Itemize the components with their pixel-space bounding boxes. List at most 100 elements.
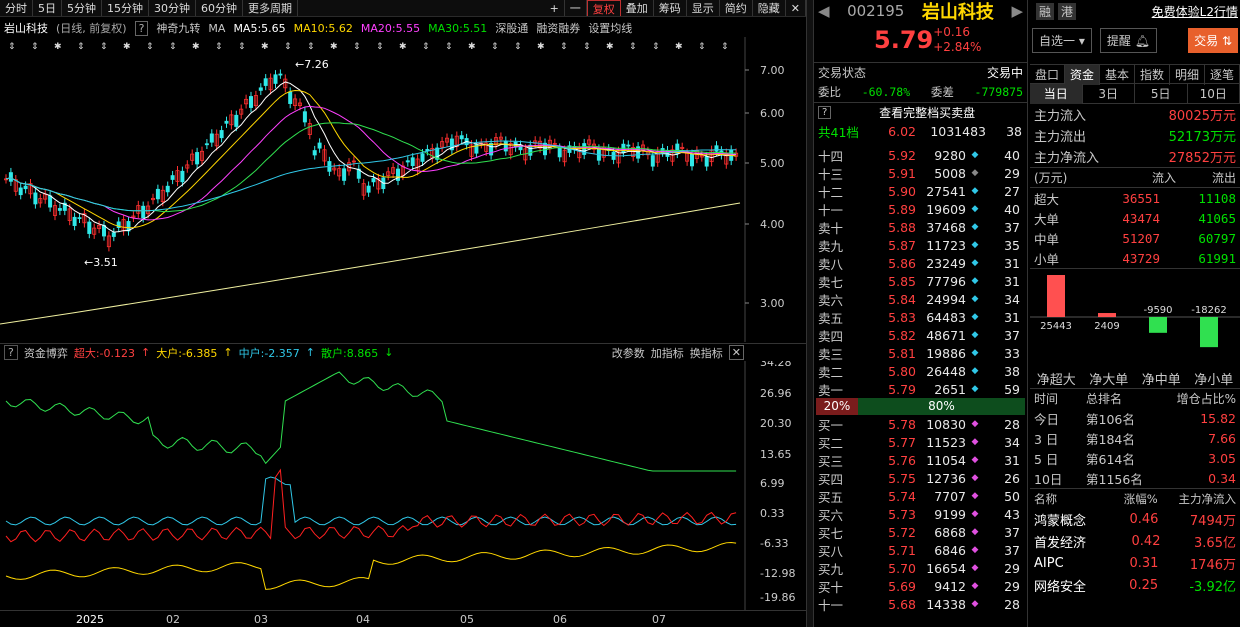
bids-row[interactable]: 买一 5.78 10830 ◆ 28 (814, 415, 1027, 433)
asks-row[interactable]: 卖二 5.80 26448 ◆ 38 (814, 362, 1027, 380)
ma-label[interactable]: MA (208, 22, 225, 35)
event-marker-icon[interactable]: ⇕ (491, 42, 499, 52)
chart-area[interactable]: 分时 5日 5分钟 15分钟 30分钟 60分钟 更多周期 + 一 复权 叠加 … (0, 0, 806, 627)
event-marker-icon[interactable]: ✱ (330, 42, 338, 52)
bids-row[interactable]: 买九 5.70 16654 ◆ 29 (814, 559, 1027, 577)
full-book-link[interactable]: 查看完整档买卖盘 (831, 104, 1023, 121)
kline-chart[interactable]: 7.00 6.00 5.00 4.00 3.00 ⇕ ⇕ ✱ ⇕ ⇕ ✱ ⇕ ⇕ ✱ ⇕ ⇕ ✱ ⇕ ⇕ ✱ ⇕ ⇕ ✱ ⇕ ⇕… (0, 37, 806, 342)
event-marker-icon[interactable]: ⇕ (560, 42, 568, 52)
event-marker-icon[interactable]: ⇕ (215, 42, 223, 52)
tab-1[interactable]: 资金 (1065, 65, 1100, 85)
sector-row[interactable]: 网络安全 0.25 -3.92亿 (1034, 574, 1236, 596)
watchlist-button[interactable]: 自选一 ▾ (1032, 27, 1092, 53)
sector-row[interactable]: 首发经济 0.42 3.65亿 (1034, 530, 1236, 552)
event-marker-icon[interactable]: ⇕ (307, 42, 315, 52)
event-marker-icon[interactable]: ⇕ (238, 42, 246, 52)
asks-row[interactable]: 卖五 5.83 64483 ◆ 31 (814, 308, 1027, 326)
event-marker-icon[interactable]: ⇕ (8, 42, 16, 52)
l2-link[interactable]: 免费体验L2行情 (1152, 3, 1238, 20)
display-button[interactable]: 显示 (687, 0, 720, 16)
event-marker-icon[interactable]: ⇕ (721, 42, 729, 52)
asks-row[interactable]: 卖六 5.84 24994 ◆ 34 (814, 290, 1027, 308)
hk-tag[interactable]: 港 (1058, 2, 1077, 20)
bids-row[interactable]: 买十 5.69 9412 ◆ 29 (814, 577, 1027, 595)
event-marker-icon[interactable]: ⇕ (31, 42, 39, 52)
event-marker-icon[interactable]: ✱ (675, 42, 683, 52)
tab-2[interactable]: 基本 (1100, 65, 1135, 85)
event-marker-icon[interactable]: ✱ (606, 42, 614, 52)
period-tab-0[interactable]: 当日 (1030, 84, 1083, 104)
event-marker-icon[interactable]: ⇕ (422, 42, 430, 52)
period-5day[interactable]: 5日 (33, 0, 62, 16)
event-marker-icon[interactable]: ⇕ (169, 42, 177, 52)
period-tab-3[interactable]: 10日 (1188, 84, 1240, 104)
event-marker-icon[interactable]: ✱ (399, 42, 407, 52)
tab-ma-settings[interactable]: 设置均线 (588, 20, 632, 36)
sector-name[interactable]: 鸿蒙概念 (1034, 510, 1114, 529)
period-tab-2[interactable]: 5日 (1135, 84, 1188, 104)
change-params-button[interactable]: 改参数 (612, 345, 645, 361)
adjust-button[interactable]: 复权 (586, 0, 621, 16)
tab-3[interactable]: 指数 (1135, 65, 1170, 85)
tab-5[interactable]: 逐笔 (1205, 65, 1240, 85)
period-tab-1[interactable]: 3日 (1083, 84, 1135, 104)
bids-row[interactable]: 十一 5.68 14338 ◆ 28 (814, 595, 1027, 613)
event-marker-icon[interactable]: ⇕ (353, 42, 361, 52)
period-5min[interactable]: 5分钟 (62, 0, 102, 16)
event-marker-icon[interactable]: ⇕ (698, 42, 706, 52)
period-60min[interactable]: 60分钟 (196, 0, 243, 16)
full-book-help-icon[interactable]: ? (818, 106, 832, 119)
asks-row[interactable]: 卖十 5.88 37468 ◆ 37 (814, 218, 1027, 236)
asks-row[interactable]: 十二 5.90 27541 ◆ 27 (814, 182, 1027, 200)
close-indicator-icon[interactable]: ✕ (728, 345, 744, 360)
period-15min[interactable]: 15分钟 (102, 0, 149, 16)
bids-row[interactable]: 买五 5.74 7707 ◆ 50 (814, 487, 1027, 505)
event-marker-icon[interactable]: ⇕ (514, 42, 522, 52)
chips-button[interactable]: 筹码 (654, 0, 687, 16)
help-icon[interactable]: ? (134, 20, 149, 36)
margin-tag[interactable]: 融 (1036, 2, 1055, 20)
sector-row[interactable]: AIPC 0.31 1746万 (1034, 552, 1236, 574)
event-marker-icon[interactable]: ⇕ (583, 42, 591, 52)
event-marker-icon[interactable]: ✱ (192, 42, 200, 52)
tab-hk-connect[interactable]: 深股通 (495, 20, 528, 36)
zoom-out-button[interactable]: 一 (565, 0, 587, 16)
switch-indicator-button[interactable]: 换指标 (690, 345, 723, 361)
bids-row[interactable]: 买二 5.77 11523 ◆ 34 (814, 433, 1027, 451)
event-marker-icon[interactable]: ⇕ (376, 42, 384, 52)
event-marker-icon[interactable]: ✱ (54, 42, 62, 52)
close-icon[interactable]: ✕ (786, 0, 806, 16)
indicator-help-icon[interactable]: ? (4, 345, 18, 360)
trade-button[interactable]: 交易 ⇅ (1188, 27, 1238, 53)
event-marker-icon[interactable]: ⇕ (652, 42, 660, 52)
asks-row[interactable]: 卖八 5.86 23249 ◆ 31 (814, 254, 1027, 272)
sector-name[interactable]: AIPC (1034, 556, 1114, 571)
zoom-in-button[interactable]: + (545, 0, 565, 16)
sector-name[interactable]: 首发经济 (1034, 532, 1114, 551)
bids-row[interactable]: 买四 5.75 12736 ◆ 26 (814, 469, 1027, 487)
event-marker-icon[interactable]: ⇕ (629, 42, 637, 52)
indicator-name[interactable]: 神奇九转 (156, 20, 200, 36)
overlay-button[interactable]: 叠加 (621, 0, 654, 16)
event-marker-icon[interactable]: ⇕ (100, 42, 108, 52)
hide-button[interactable]: 隐藏 (753, 0, 786, 16)
event-marker-icon[interactable]: ✱ (123, 42, 131, 52)
indicator-chart[interactable]: 34.28 26.96 20.30 13.65 6.99 0.33 -6.33 -12.98 -… (0, 361, 806, 611)
event-marker-icon[interactable]: ⇕ (445, 42, 453, 52)
full-book-row[interactable]: ? 查看完整档买卖盘 (814, 102, 1027, 122)
asks-row[interactable]: 十三 5.91 5008 ◆ 29 (814, 164, 1027, 182)
asks-row[interactable]: 卖七 5.85 77796 ◆ 31 (814, 272, 1027, 290)
tab-0[interactable]: 盘口 (1030, 65, 1065, 85)
bids-row[interactable]: 买七 5.72 6868 ◆ 37 (814, 523, 1027, 541)
simple-button[interactable]: 简约 (720, 0, 753, 16)
bids-row[interactable]: 买六 5.73 9199 ◆ 43 (814, 505, 1027, 523)
prev-stock-icon[interactable]: ◀ (818, 2, 830, 20)
period-30min[interactable]: 30分钟 (149, 0, 196, 16)
period-more[interactable]: 更多周期 (243, 0, 298, 16)
event-marker-icon[interactable]: ✱ (468, 42, 476, 52)
event-marker-icon[interactable]: ⇕ (77, 42, 85, 52)
event-marker-icon[interactable]: ✱ (261, 42, 269, 52)
asks-row[interactable]: 十四 5.92 9280 ◆ 40 (814, 146, 1027, 164)
event-marker-icon[interactable]: ✱ (537, 42, 545, 52)
asks-row[interactable]: 卖九 5.87 11723 ◆ 35 (814, 236, 1027, 254)
